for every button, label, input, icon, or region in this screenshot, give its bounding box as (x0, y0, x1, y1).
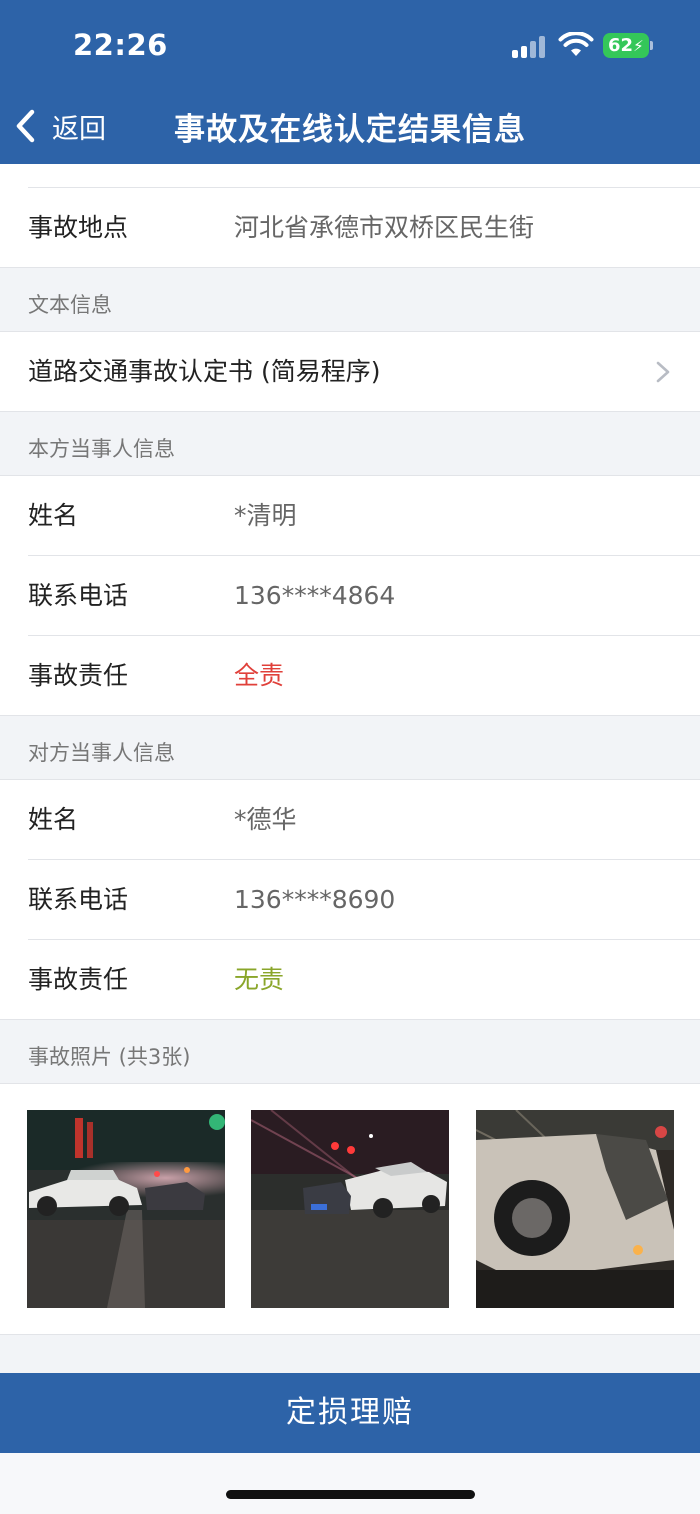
other-name-label: 姓名 (28, 805, 79, 834)
other-liability-value: 无责 (234, 965, 285, 994)
own-name-label: 姓名 (28, 501, 79, 530)
own-name-row: 姓名 *清明 (0, 476, 700, 556)
other-party-header: 对方当事人信息 (0, 716, 700, 780)
photos-header: 事故照片 (共3张) (0, 1020, 700, 1084)
other-name-value: *德华 (234, 805, 297, 834)
own-phone-row: 联系电话 136****4864 (0, 556, 700, 636)
own-phone-value: 136****4864 (234, 581, 396, 610)
own-name-value: *清明 (234, 501, 297, 530)
status-bar: 22:26 62⚡ (0, 0, 700, 90)
app-header: 22:26 62⚡ 事故及在线认定结果信息 返回 (0, 0, 700, 164)
home-indicator[interactable] (226, 1490, 475, 1499)
battery-icon: 62⚡ (603, 33, 649, 58)
accident-location-row: 事故地点 河北省承德市双桥区民生街 (0, 188, 700, 268)
accident-location-label: 事故地点 (28, 213, 129, 242)
accident-photo-2[interactable] (251, 1110, 449, 1308)
other-name-row: 姓名 *德华 (0, 780, 700, 860)
accident-document-link[interactable]: 道路交通事故认定书 (简易程序) (0, 332, 700, 412)
own-phone-label: 联系电话 (28, 581, 129, 610)
bottom-safe-area (0, 1453, 700, 1514)
accident-photo-3[interactable] (476, 1110, 674, 1308)
accident-document-label: 道路交通事故认定书 (简易程序) (28, 357, 381, 386)
detail-list: 事故地点 河北省承德市双桥区民生街 文本信息 道路交通事故认定书 (简易程序) … (0, 164, 700, 1335)
previous-row-stub (0, 164, 700, 188)
other-liability-label: 事故责任 (28, 965, 129, 994)
chevron-right-icon (656, 361, 670, 383)
other-liability-row: 事故责任 无责 (0, 940, 700, 1020)
chevron-left-icon (16, 109, 35, 143)
back-label: 返回 (52, 113, 106, 145)
battery-tip (650, 41, 653, 50)
photo-gallery (0, 1084, 700, 1335)
other-phone-row: 联系电话 136****8690 (0, 860, 700, 940)
own-liability-row: 事故责任 全责 (0, 636, 700, 716)
cellular-signal-icon (512, 34, 548, 58)
own-liability-label: 事故责任 (28, 661, 129, 690)
wifi-icon (558, 32, 594, 56)
status-time: 22:26 (73, 28, 168, 62)
own-liability-value: 全责 (234, 661, 285, 690)
back-button[interactable]: 返回 (14, 104, 106, 148)
other-phone-label: 联系电话 (28, 885, 129, 914)
other-phone-value: 136****8690 (234, 885, 396, 914)
own-party-header: 本方当事人信息 (0, 412, 700, 476)
accident-location-value: 河北省承德市双桥区民生街 (234, 213, 535, 242)
battery-level: 62 (608, 35, 634, 56)
text-info-header: 文本信息 (0, 268, 700, 332)
nav-bar: 事故及在线认定结果信息 返回 (0, 90, 700, 164)
damage-claim-button[interactable]: 定损理赔 (0, 1373, 700, 1453)
accident-photo-1[interactable] (27, 1110, 225, 1308)
